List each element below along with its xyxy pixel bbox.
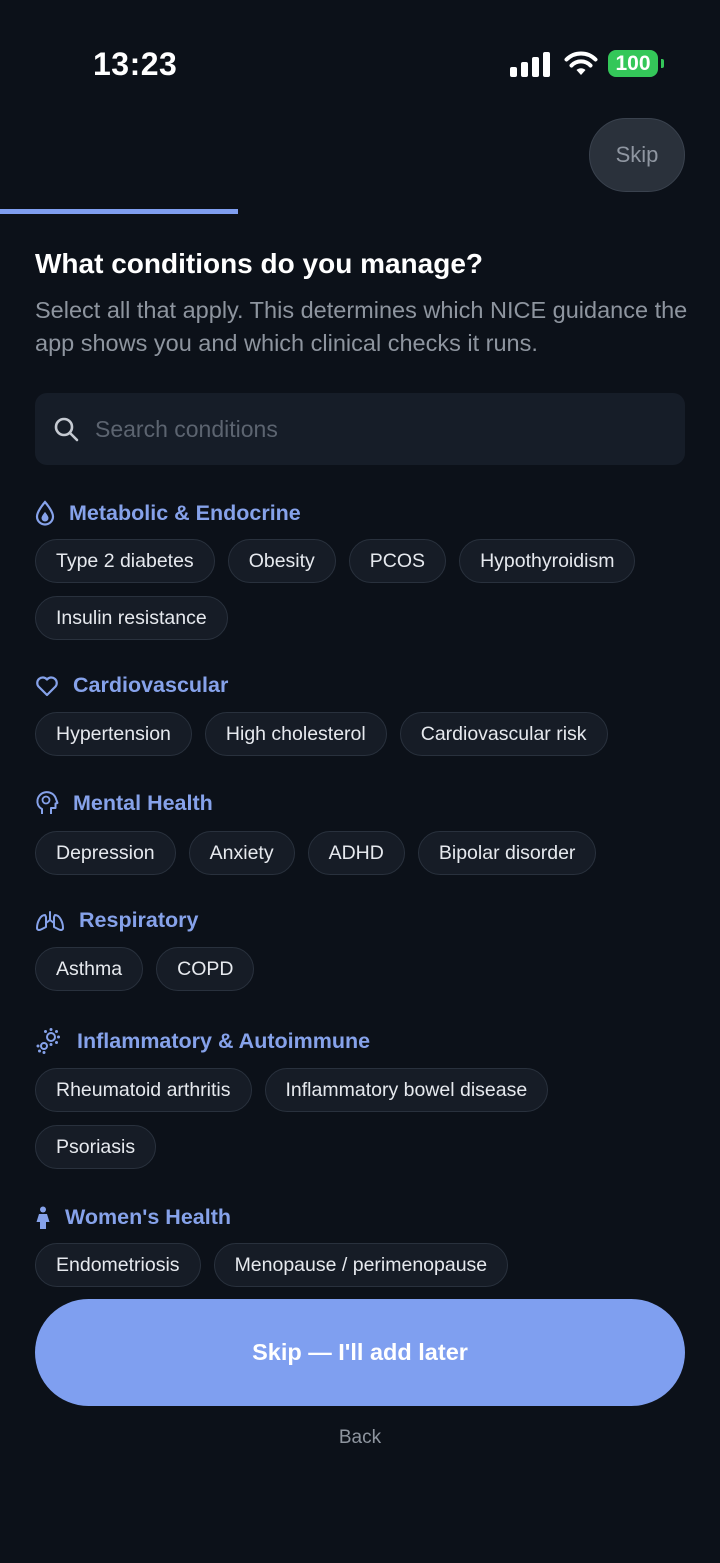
- condition-chip-obesity[interactable]: Obesity: [227, 539, 336, 583]
- section-label: Cardiovascular: [73, 673, 229, 697]
- condition-chip-hypothyroidism[interactable]: Hypothyroidism: [459, 539, 636, 583]
- section-label: Mental Health: [73, 790, 213, 815]
- chip-row: Rheumatoid arthritis Inflammatory bowel …: [35, 1068, 549, 1112]
- status-icons: 100: [510, 50, 664, 77]
- condition-chip-endometriosis[interactable]: Endometriosis: [35, 1243, 201, 1287]
- section-header-respiratory: Respiratory: [35, 908, 199, 933]
- status-time: 13:23: [93, 46, 178, 82]
- condition-chip-cardiovascular-risk[interactable]: Cardiovascular risk: [399, 712, 608, 756]
- section-header-inflammatory-autoimmune: Inflammatory & Autoimmune: [35, 1027, 370, 1055]
- condition-chip-adhd[interactable]: ADHD: [307, 831, 405, 875]
- chip-row: Type 2 diabetes Obesity PCOS Hypothyroid…: [35, 539, 636, 583]
- search-placeholder: Search conditions: [95, 415, 278, 442]
- section-label: Metabolic & Endocrine: [69, 500, 301, 525]
- condition-chip-insulin-resistance[interactable]: Insulin resistance: [35, 596, 228, 640]
- chip-row: Depression Anxiety ADHD Bipolar disorder: [35, 831, 597, 875]
- section-label: Women's Health: [65, 1205, 231, 1229]
- condition-chip-asthma[interactable]: Asthma: [35, 947, 144, 991]
- person-female-icon: [36, 1206, 50, 1229]
- virus-icon: [36, 1028, 60, 1054]
- skip-button[interactable]: Skip: [589, 118, 685, 192]
- condition-chip-depression[interactable]: Depression: [35, 831, 176, 875]
- condition-chip-psoriasis[interactable]: Psoriasis: [35, 1125, 157, 1169]
- battery-indicator: 100: [608, 50, 664, 77]
- condition-chip-rheumatoid-arthritis[interactable]: Rheumatoid arthritis: [35, 1068, 252, 1112]
- section-header-mental-health: Mental Health: [35, 790, 213, 816]
- back-link[interactable]: Back: [0, 1427, 720, 1449]
- lungs-icon: [36, 910, 64, 931]
- chip-row: Asthma COPD: [35, 947, 255, 991]
- condition-chip-inflammatory-bowel-disease[interactable]: Inflammatory bowel disease: [264, 1068, 549, 1112]
- chip-row: Endometriosis Menopause / perimenopause: [35, 1243, 509, 1287]
- section-header-metabolic-endocrine: Metabolic & Endocrine: [35, 500, 301, 526]
- droplet-icon: [35, 500, 55, 526]
- section-header-womens-health: Women's Health: [35, 1205, 231, 1230]
- page-subtitle: Select all that apply. This determines w…: [35, 297, 688, 356]
- section-label: Respiratory: [79, 908, 199, 932]
- condition-chip-copd[interactable]: COPD: [156, 947, 255, 991]
- wifi-icon: [564, 51, 598, 75]
- section-label: Inflammatory & Autoimmune: [77, 1028, 371, 1053]
- chip-row: Psoriasis: [35, 1125, 157, 1169]
- chip-row: Hypertension High cholesterol Cardiovasc…: [35, 712, 608, 756]
- search-icon: [54, 417, 79, 442]
- condition-chip-hypertension[interactable]: Hypertension: [35, 712, 192, 756]
- chip-row: Insulin resistance: [35, 596, 228, 640]
- condition-chip-bipolar-disorder[interactable]: Bipolar disorder: [417, 831, 597, 875]
- head-brain-icon: [36, 791, 59, 814]
- heart-icon: [36, 675, 58, 696]
- progress-bar: [0, 209, 238, 214]
- condition-chip-menopause-perimenopause[interactable]: Menopause / perimenopause: [213, 1243, 509, 1287]
- status-bar: 13:23 100: [0, 0, 720, 120]
- skip-add-later-button[interactable]: Skip — I'll add later: [35, 1299, 685, 1406]
- condition-chip-type-2-diabetes[interactable]: Type 2 diabetes: [35, 539, 215, 583]
- condition-chip-anxiety[interactable]: Anxiety: [188, 831, 295, 875]
- search-input[interactable]: Search conditions: [35, 393, 685, 465]
- cellular-signal-icon: [510, 51, 550, 77]
- page-title: What conditions do you manage?: [35, 248, 483, 279]
- section-header-cardiovascular: Cardiovascular: [35, 673, 228, 698]
- condition-chip-pcos[interactable]: PCOS: [348, 539, 447, 583]
- condition-chip-high-cholesterol[interactable]: High cholesterol: [204, 712, 387, 756]
